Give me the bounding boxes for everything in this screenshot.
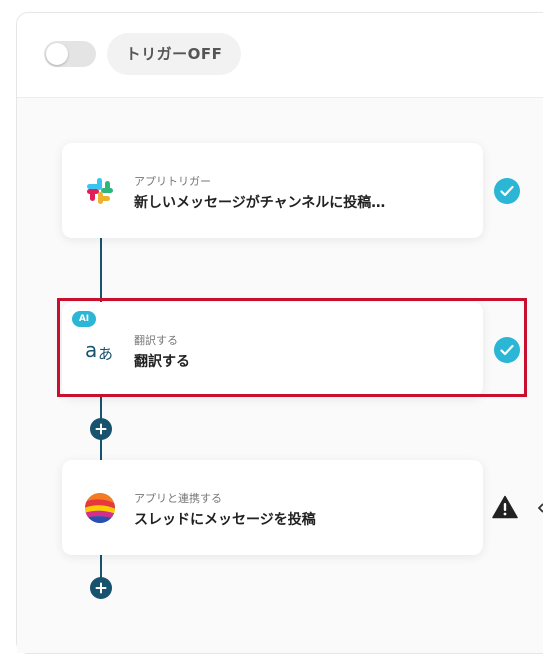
app-integration-icon xyxy=(85,493,115,523)
flow-step-slack-trigger[interactable]: アプリトリガー 新しいメッセージがチャンネルに投稿… xyxy=(62,143,483,238)
warning-icon xyxy=(492,495,518,519)
slack-icon xyxy=(87,178,113,204)
check-icon xyxy=(494,178,520,204)
flow-step-post-thread[interactable]: アプリと連携する スレッドにメッセージを投稿 xyxy=(62,460,483,555)
step-title: スレッドにメッセージを投稿 xyxy=(134,512,316,528)
add-step-button[interactable] xyxy=(90,418,112,440)
toggle-knob xyxy=(46,43,68,65)
step-subtitle: アプリと連携する xyxy=(134,492,222,505)
highlight-box xyxy=(57,298,527,397)
add-step-button[interactable] xyxy=(90,577,112,599)
trigger-toggle[interactable] xyxy=(44,41,96,67)
flow-connector xyxy=(100,238,102,302)
trigger-status-label: トリガーOFF xyxy=(107,33,241,75)
chevron-left-icon[interactable] xyxy=(538,503,543,513)
panel-header: トリガーOFF xyxy=(17,13,543,98)
step-title: 新しいメッセージがチャンネルに投稿… xyxy=(134,195,386,211)
step-subtitle: アプリトリガー xyxy=(134,175,211,188)
